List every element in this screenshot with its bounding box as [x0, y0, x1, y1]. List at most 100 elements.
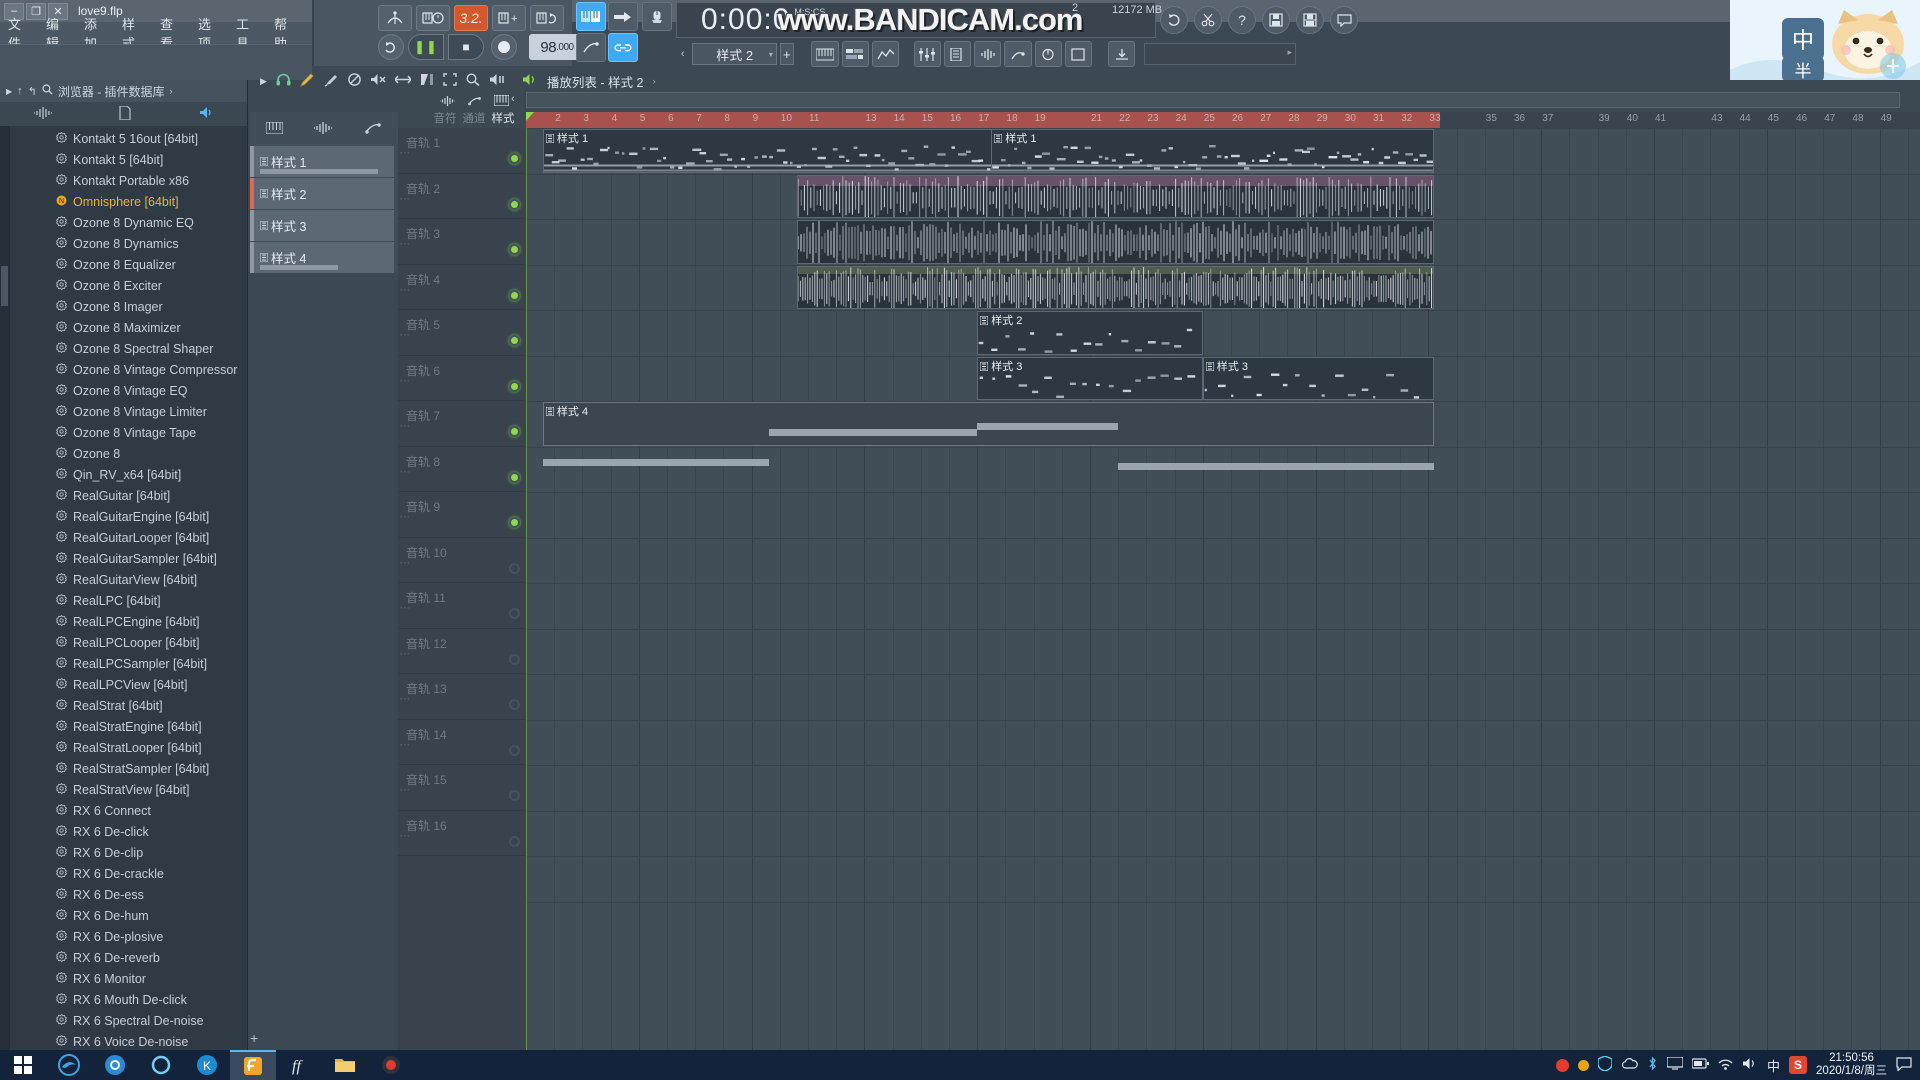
plugin-list-item[interactable]: RX 6 De-ess [0, 884, 247, 905]
track-enable-led[interactable] [509, 471, 520, 483]
track-header[interactable]: 音轨 10 ▪▪▪ [398, 538, 526, 583]
speaker-icon[interactable] [199, 106, 213, 122]
step-add-icon[interactable]: + [492, 5, 526, 31]
paint-icon[interactable] [324, 73, 339, 90]
taskbar-ime-label[interactable]: 中 [1767, 1056, 1780, 1075]
onedrive-icon[interactable] [1621, 1057, 1638, 1073]
track-menu-dots-icon[interactable]: ▪▪▪ [400, 742, 410, 749]
playlist-clip[interactable] [796, 174, 1435, 218]
volume-icon[interactable] [1742, 1057, 1758, 1073]
plugin-list-item[interactable]: RealStratSampler [64bit] [0, 758, 247, 779]
pattern-position-display[interactable]: 3.2. [454, 5, 488, 31]
next-arrow-icon[interactable] [608, 2, 638, 31]
slice-icon[interactable] [420, 73, 434, 89]
plugin-list-item[interactable]: RealStrat [64bit] [0, 695, 247, 716]
track-enable-led[interactable] [509, 608, 520, 619]
automation-icon[interactable] [467, 94, 482, 109]
track-menu-dots-icon[interactable]: ▪▪▪ [400, 651, 410, 658]
playback-icon[interactable] [489, 73, 505, 89]
plugin-list-item[interactable]: RX 6 De-plosive [0, 926, 247, 947]
back-icon[interactable]: ↰ [28, 85, 37, 98]
track-enable-led[interactable] [509, 289, 520, 301]
plugin-list-item[interactable]: Ozone 8 Vintage Tape [0, 422, 247, 443]
chrome-icon[interactable] [92, 1050, 138, 1080]
track-enable-led[interactable] [509, 790, 520, 801]
track-enable-led[interactable] [509, 244, 520, 255]
plugin-list-item[interactable]: RX 6 De-reverb [0, 947, 247, 968]
track-header[interactable]: 音轨 13 ▪▪▪ [398, 674, 526, 720]
track-header[interactable]: 音轨 11 ▪▪▪ [398, 583, 526, 629]
plugin-list-item[interactable]: Qin_RV_x64 [64bit] [0, 464, 247, 485]
plugin-list-item[interactable]: Kontakt 5 16out [64bit] [0, 128, 247, 149]
bluetooth-icon[interactable] [1647, 1056, 1658, 1074]
plugin-list-item[interactable]: Ozone 8 Equalizer [0, 254, 247, 275]
plugin-list-item[interactable]: Ozone 8 Imager [0, 296, 247, 317]
playlist-clip[interactable]: 样式 2 [977, 311, 1203, 355]
automation-segment[interactable] [768, 429, 978, 436]
track-menu-dots-icon[interactable]: ▪▪▪ [400, 332, 410, 339]
tab-channels[interactable]: 通道 [463, 110, 486, 126]
event-editor-icon[interactable] [871, 41, 900, 67]
plugin-list-item[interactable]: Ozone 8 Exciter [0, 275, 247, 296]
track-menu-dots-icon[interactable]: ▪▪▪ [400, 196, 410, 203]
add-pattern-button[interactable]: + [779, 43, 794, 65]
plugin-list-item[interactable]: RX 6 Connect [0, 800, 247, 821]
notification-icon[interactable] [1896, 1056, 1912, 1074]
track-menu-dots-icon[interactable]: ▪▪▪ [400, 833, 410, 840]
track-header[interactable]: 音轨 9 ▪▪▪ [398, 492, 526, 538]
pattern-row[interactable]: 样式 4 [250, 242, 394, 273]
plugin-list-item[interactable]: RX 6 De-clip [0, 842, 247, 863]
edge-icon[interactable] [46, 1050, 92, 1080]
plugin-list-item[interactable]: RX 6 Mouth De-click [0, 989, 247, 1010]
track-enable-led[interactable] [509, 426, 520, 437]
wait-midi-icon[interactable] [416, 5, 450, 31]
file-icon[interactable] [119, 104, 132, 123]
track-enable-led[interactable] [509, 835, 520, 847]
pattern-selector[interactable]: 样式 2 ▾ [692, 43, 777, 65]
track-enable-led[interactable] [509, 699, 520, 710]
start-icon[interactable] [0, 1050, 46, 1080]
step-seq-icon[interactable] [265, 121, 284, 137]
track-header[interactable]: 音轨 6 ▪▪▪ [398, 356, 526, 401]
track-menu-dots-icon[interactable]: ▪▪▪ [400, 287, 410, 294]
wave-icon[interactable] [313, 121, 334, 137]
font-icon[interactable]: ff [276, 1050, 322, 1080]
playlist-clip[interactable]: 样式 3 [977, 356, 1203, 400]
track-enable-led[interactable] [509, 744, 520, 756]
explorer-icon[interactable] [322, 1050, 368, 1080]
fl-studio-icon[interactable] [230, 1050, 276, 1080]
battery-icon[interactable] [1691, 1058, 1710, 1072]
track-menu-dots-icon[interactable]: ▪▪▪ [400, 378, 410, 385]
track-header[interactable]: 音轨 12 ▪▪▪ [398, 629, 526, 674]
playlist-clip[interactable]: 样式 1 [991, 129, 1435, 173]
plugin-list-item[interactable]: Ozone 8 Maximizer [0, 317, 247, 338]
pattern-row[interactable]: 样式 2 [250, 178, 394, 209]
plugin-list-item[interactable]: RealGuitarEngine [64bit] [0, 506, 247, 527]
tab-patterns[interactable]: 样式 [492, 110, 515, 126]
plugin-list-item[interactable]: RX 6 Spectral De-noise [0, 1010, 247, 1031]
playlist-icon[interactable] [841, 41, 869, 67]
chevron-right-icon[interactable]: › [170, 86, 173, 96]
piano-roll-icon[interactable] [811, 41, 839, 67]
headphone-icon[interactable] [276, 73, 291, 89]
mixer-icon[interactable] [913, 41, 941, 67]
up-arrow-icon[interactable]: ↑ [17, 85, 23, 97]
pattern-row[interactable]: 样式 1 [250, 146, 394, 177]
pattern-prev-icon[interactable]: ‹ [676, 48, 689, 60]
track-header[interactable]: 音轨 4 ▪▪▪ [398, 265, 526, 310]
track-menu-dots-icon[interactable]: ▪▪▪ [400, 469, 410, 476]
track-header[interactable]: 音轨 16 ▪▪▪ [398, 811, 526, 856]
track-header[interactable]: 音轨 3 ▪▪▪ [398, 219, 526, 265]
automation-segment[interactable] [1118, 462, 1435, 470]
track-menu-dots-icon[interactable]: ▪▪▪ [400, 787, 410, 794]
plugin-list-item[interactable]: RealGuitar [64bit] [0, 485, 247, 506]
plugin-list-item[interactable]: Ozone 8 Spectral Shaper [0, 338, 247, 359]
playlist-speaker-icon[interactable] [522, 73, 538, 89]
scissors-icon[interactable] [1194, 6, 1222, 34]
playlist-clip[interactable] [796, 265, 1435, 309]
time-display-panel[interactable]: 0:00:0 M:S:CS [676, 2, 1156, 38]
sogou-icon[interactable]: S [1789, 1056, 1808, 1074]
plugin-list-item[interactable]: RealStratView [64bit] [0, 779, 247, 800]
plugin-list-item[interactable]: RX 6 Voice De-noise [0, 1031, 247, 1050]
recorder-icon[interactable] [368, 1050, 414, 1080]
